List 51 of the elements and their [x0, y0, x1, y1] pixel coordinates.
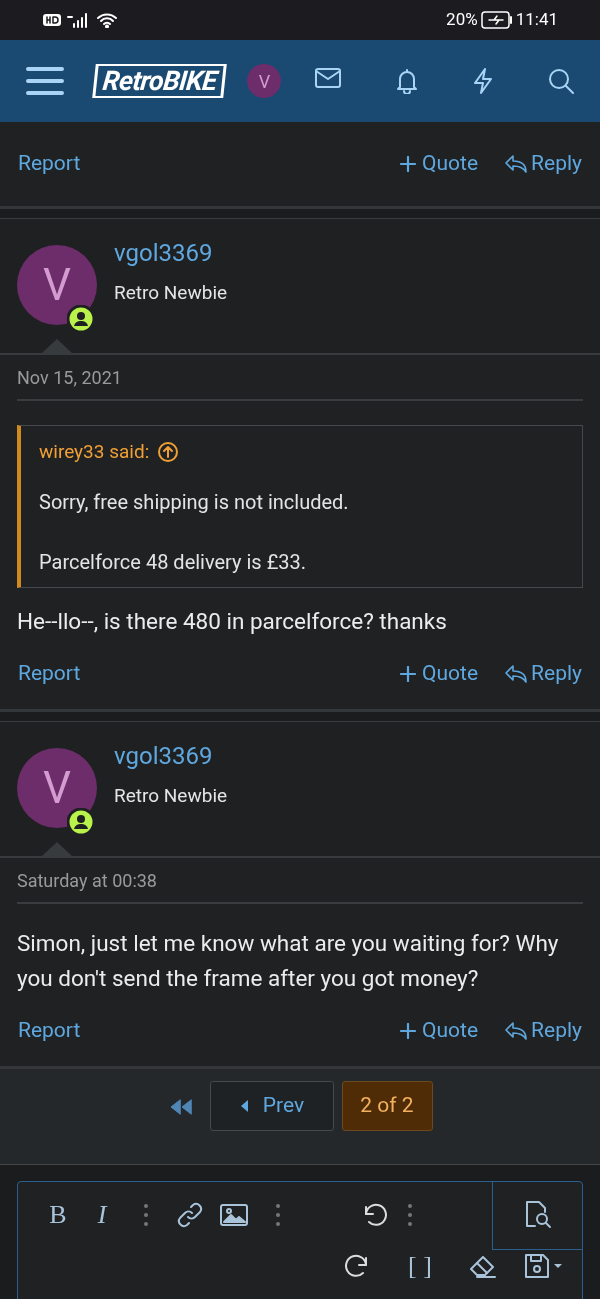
quote-author: wirey33 said: — [39, 439, 150, 465]
plus-icon — [400, 156, 417, 172]
wifi-icon — [96, 12, 118, 28]
online-user-icon — [67, 807, 95, 836]
post-text: He--llo--, is there 480 in parcelforce? thanks — [17, 606, 448, 636]
lightning-icon[interactable] — [472, 68, 495, 94]
user-avatar[interactable]: V — [247, 64, 282, 98]
user-avatar[interactable]: V — [17, 747, 97, 828]
save-icon[interactable] — [524, 1252, 564, 1279]
user-title: Retro Newbie — [114, 782, 228, 809]
arrow-up-circle-icon[interactable] — [157, 441, 180, 464]
hd-icon — [42, 13, 62, 27]
reply-icon — [504, 1020, 529, 1041]
quote-link[interactable]: Quote — [400, 657, 479, 690]
italic-button[interactable]: I — [80, 1192, 124, 1237]
battery-icon — [480, 11, 513, 29]
clock: 11:41 — [515, 8, 558, 32]
toolbar-button[interactable]: [ ] — [398, 1249, 442, 1282]
post-text: Simon, just let me know what are you waiting for? Why you don't send the frame after you got money? — [17, 928, 560, 993]
plus-icon — [400, 665, 417, 682]
report-link[interactable]: Report — [18, 1014, 81, 1047]
bell-icon[interactable] — [394, 68, 419, 94]
plus-icon — [400, 1022, 417, 1039]
search-icon[interactable] — [548, 68, 574, 94]
post-date: Nov 15, 2021 — [17, 366, 122, 390]
prev-button[interactable]: Prev — [209, 1080, 334, 1131]
reply-link[interactable]: Reply — [504, 657, 582, 690]
quote-text: Sorry, free shipping is not included. — [39, 488, 350, 516]
reply-icon — [504, 154, 529, 174]
menu-icon[interactable] — [26, 66, 64, 96]
battery-percentage: 20% — [446, 8, 478, 32]
image-icon[interactable] — [220, 1202, 248, 1227]
username-link[interactable]: vgol3369 — [114, 237, 228, 269]
mail-icon[interactable] — [315, 68, 342, 88]
username-link[interactable]: vgol3369 — [114, 739, 228, 772]
online-user-icon — [67, 305, 95, 333]
reply-link[interactable]: Reply — [504, 148, 582, 180]
reply-icon — [504, 663, 529, 684]
user-avatar[interactable]: V — [17, 245, 97, 325]
report-link[interactable]: Report — [18, 657, 81, 690]
site-logo[interactable]: RetroBIKE — [92, 64, 228, 98]
page-button[interactable]: 2 of 2 — [341, 1080, 433, 1131]
quote-text: Parcelforce 48 delivery is £33. — [39, 548, 308, 576]
report-link[interactable]: Report — [18, 148, 81, 180]
quote-link[interactable]: Quote — [400, 1014, 479, 1047]
reply-link[interactable]: Reply — [504, 1014, 582, 1047]
link-icon[interactable] — [176, 1200, 204, 1229]
toolbar-button[interactable]: B — [36, 1198, 80, 1231]
user-title: Retro Newbie — [114, 280, 228, 306]
post-date: Saturday at 00:38 — [17, 868, 157, 893]
quote-link[interactable]: Quote — [400, 148, 479, 180]
